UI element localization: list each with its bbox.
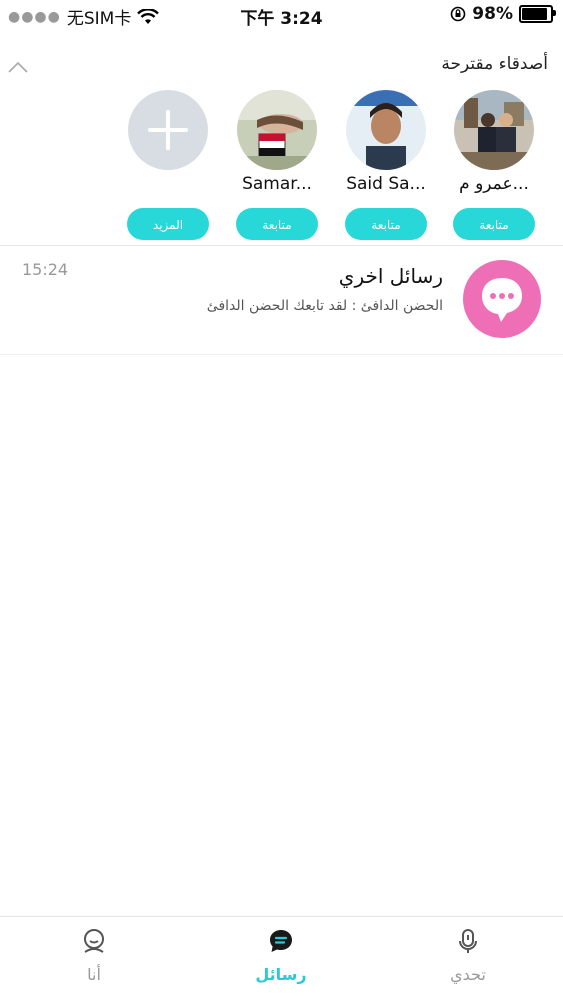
more-card-spacer <box>118 174 218 196</box>
tab-label: تحدي <box>450 965 486 984</box>
add-icon[interactable] <box>128 90 208 170</box>
message-time: 15:24 <box>22 260 69 279</box>
section-divider <box>0 245 563 246</box>
suggested-friends-header: أصدقاء مقترحة <box>0 52 563 82</box>
friend-name: Said Sa... <box>346 174 426 194</box>
battery-percent: 98% <box>472 4 513 24</box>
tab-bar: تحدي رسائل أنا <box>0 916 563 1000</box>
follow-button[interactable]: متابعة <box>345 208 427 240</box>
avatar[interactable] <box>454 90 534 170</box>
microphone-icon <box>459 929 477 953</box>
battery-fill <box>522 8 547 20</box>
message-title: رسائل اخري <box>338 264 443 288</box>
status-bar: ●●●● 无SIM卡 下午 3:24 98% <box>0 0 563 30</box>
profile-icon <box>84 929 104 953</box>
message-preview: الحضن الدافئ : لقد تابعك الحضن الدافئ <box>206 298 443 314</box>
friend-card[interactable]: عمرو م... متابعة <box>444 90 544 240</box>
chat-bubble-icon <box>463 260 541 338</box>
row-divider <box>0 354 563 355</box>
friend-name: Samar... <box>242 174 312 194</box>
chat-icon <box>270 930 292 952</box>
avatar[interactable] <box>237 90 317 170</box>
follow-button[interactable]: متابعة <box>453 208 535 240</box>
suggested-friends-list: عمرو م... متابعة Said Sa... متابعة Samar… <box>0 90 563 240</box>
tab-me[interactable]: أنا <box>34 927 154 984</box>
friend-name: عمرو م... <box>459 174 529 194</box>
friend-card[interactable]: Said Sa... متابعة <box>336 90 436 240</box>
battery-icon <box>519 5 556 23</box>
suggested-friends-title: أصدقاء مقترحة <box>441 54 548 74</box>
friend-card[interactable]: Samar... متابعة <box>227 90 327 240</box>
tab-messages[interactable]: رسائل <box>221 927 341 984</box>
follow-button[interactable]: متابعة <box>236 208 318 240</box>
tab-challenge[interactable]: تحدي <box>408 927 528 984</box>
tab-label: رسائل <box>255 965 307 984</box>
chevron-up-icon[interactable] <box>8 60 28 74</box>
more-card[interactable]: المزيد <box>118 90 218 240</box>
status-right: 98% <box>450 4 556 24</box>
tab-label: أنا <box>87 965 101 984</box>
message-list-item[interactable]: رسائل اخري الحضن الدافئ : لقد تابعك الحض… <box>0 248 563 354</box>
orientation-lock-icon <box>450 6 466 22</box>
avatar[interactable] <box>346 90 426 170</box>
more-button[interactable]: المزيد <box>127 208 209 240</box>
